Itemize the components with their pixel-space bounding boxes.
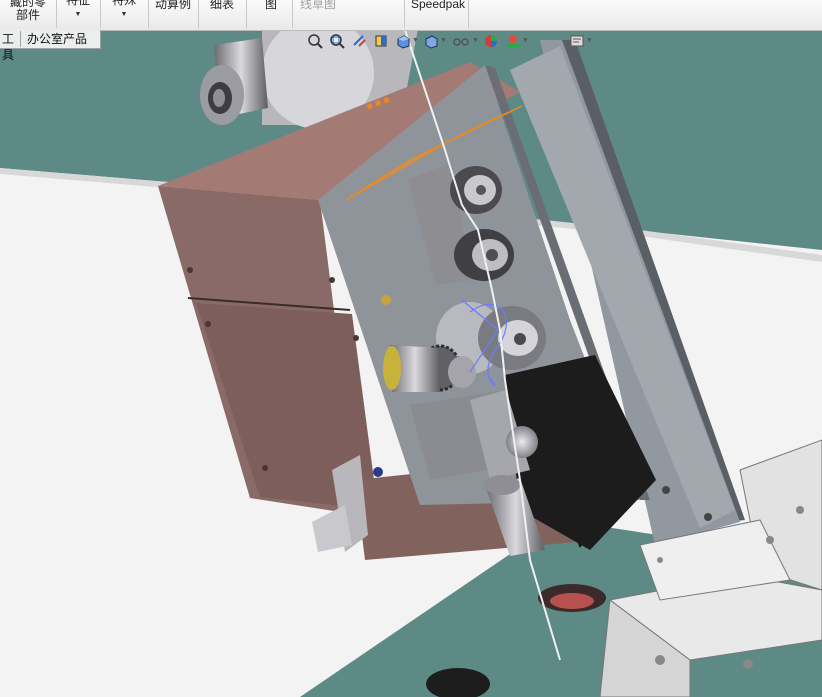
gear-inner [448, 356, 476, 388]
housing-screw [205, 321, 211, 327]
ribbon-label: 细表 [209, 0, 234, 11]
ribbon-label: 特殊 [111, 0, 136, 7]
chevron-down-icon[interactable]: ▼ [472, 37, 479, 44]
chevron-down-icon[interactable]: ▼ [586, 37, 593, 44]
plate-screw [662, 486, 670, 494]
zoom-to-fit-icon[interactable] [306, 32, 324, 50]
shaft-bore-inner [213, 89, 225, 107]
housing-screw [381, 295, 391, 305]
housing-screw [353, 335, 359, 341]
ribbon-btn-features[interactable]: 特征 ▼ [62, 0, 94, 30]
ribbon-divider [246, 0, 247, 28]
ribbon-label: 特征 [65, 0, 90, 7]
ribbon-divider [148, 0, 149, 28]
dropdown-arrow-icon[interactable]: ▼ [106, 8, 142, 21]
ribbon-btn-special[interactable]: 特殊 ▼ [106, 0, 142, 30]
ribbon-divider [404, 0, 405, 28]
fixture-hole [743, 659, 753, 669]
ribbon-label: 部件 [15, 8, 40, 22]
fixture-hole [655, 655, 665, 665]
housing-screw [262, 465, 268, 471]
plate-screw [704, 513, 712, 521]
chevron-down-icon[interactable]: ▼ [412, 37, 419, 44]
apply-scene-icon[interactable] [504, 32, 522, 50]
ribbon-btn-speedpak[interactable]: Speedpak [408, 0, 468, 30]
ribbon-btn-hidden-components[interactable]: 藏的零 部件 [6, 0, 50, 30]
chevron-down-icon[interactable]: ▼ [522, 37, 529, 44]
floor-hole-red [550, 593, 594, 609]
ribbon-label: 动算例 [154, 0, 191, 11]
ribbon-btn-bom[interactable]: 细表 [204, 0, 240, 30]
previous-view-icon[interactable] [350, 32, 368, 50]
ribbon-btn-motion-study[interactable]: 动算例 [152, 0, 194, 30]
upper-roller-hub [476, 185, 486, 195]
ribbon-label: 图 [264, 0, 277, 11]
ribbon-divider [56, 0, 57, 28]
ribbon-divider [468, 0, 469, 28]
edit-appearance-icon[interactable] [482, 32, 500, 50]
ribbon-divider [292, 0, 293, 28]
ribbon-label: 线草图 [299, 0, 336, 11]
tab-office-products[interactable]: 办公室产品 [24, 31, 90, 47]
lower-roller-hub [486, 249, 498, 261]
housing-screw [187, 267, 193, 273]
command-tabs: 工具 办公室产品 [0, 30, 101, 62]
display-style-icon[interactable] [422, 32, 440, 50]
chevron-down-icon[interactable]: ▼ [440, 37, 447, 44]
view-settings-icon[interactable] [568, 32, 586, 50]
dropdown-arrow-icon[interactable]: ▼ [62, 8, 94, 21]
yellow-bushing [383, 346, 401, 390]
graphics-viewport[interactable]: ■ ■ ■ [0, 0, 822, 697]
tab-tools[interactable]: 工具 [0, 31, 21, 62]
housing-screw [329, 277, 335, 283]
wire-nozzle-top [484, 475, 520, 495]
fixture-hole [766, 536, 774, 544]
ribbon-btn-3d-sketch[interactable]: 线草图 [296, 0, 340, 30]
zoom-area-icon[interactable] [328, 32, 346, 50]
fixture-hole [796, 506, 804, 514]
fixture-hole [657, 557, 663, 563]
section-view-icon[interactable] [372, 32, 390, 50]
ribbon-label: Speedpak [410, 0, 466, 11]
view-orientation-icon[interactable] [394, 32, 412, 50]
ribbon-divider [198, 0, 199, 28]
ribbon-divider [100, 0, 101, 28]
hide-show-items-icon[interactable] [452, 32, 470, 50]
ribbon-btn-view[interactable]: 图 [256, 0, 286, 30]
drive-wheel-hub [514, 333, 526, 345]
lever-screw [373, 467, 383, 477]
bracket-knob [506, 426, 538, 458]
command-ribbon: 藏的零 部件 特征 ▼ 特殊 ▼ 动算例 细表 图 线草图 Speedpak [0, 0, 822, 31]
